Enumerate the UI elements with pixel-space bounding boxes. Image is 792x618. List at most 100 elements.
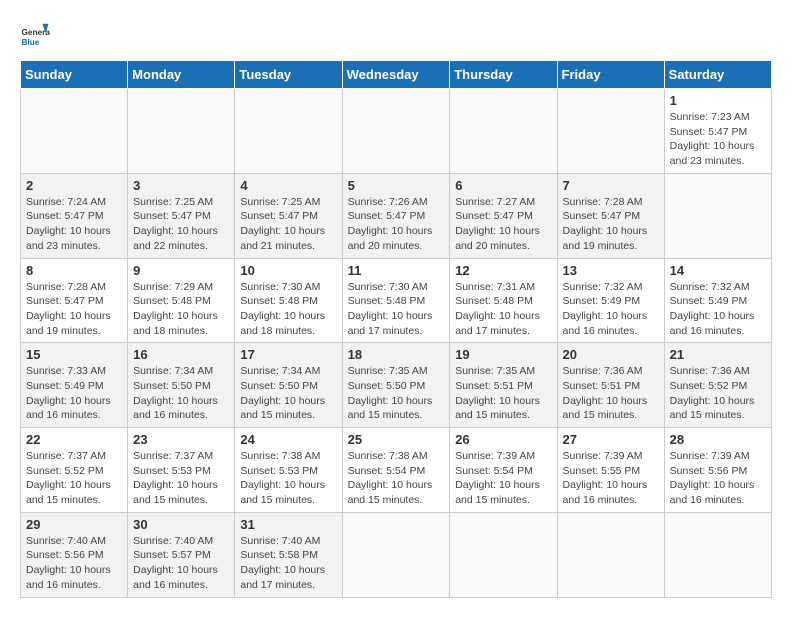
logo-icon: General Blue: [20, 20, 50, 50]
day-info: Sunrise: 7:32 AMSunset: 5:49 PMDaylight:…: [563, 280, 659, 339]
day-number: 21: [670, 347, 766, 362]
day-number: 15: [26, 347, 122, 362]
column-header-tuesday: Tuesday: [235, 61, 342, 89]
day-info: Sunrise: 7:30 AMSunset: 5:48 PMDaylight:…: [348, 280, 445, 339]
calendar-day-cell: 19Sunrise: 7:35 AMSunset: 5:51 PMDayligh…: [450, 343, 557, 428]
calendar-day-cell: 16 Sunrise: 7:34 AMSunset: 5:50 PMDayligh…: [128, 343, 235, 428]
day-info: Sunrise: 7:38 AMSunset: 5:54 PMDaylight:…: [348, 449, 445, 508]
calendar-day-cell: 2 Sunrise: 7:24 AMSunset: 5:47 PMDaylight…: [21, 173, 128, 258]
day-number: 20: [563, 347, 659, 362]
day-info: Sunrise: 7:37 AMSunset: 5:53 PMDaylight:…: [133, 449, 229, 508]
empty-cell: [21, 89, 128, 174]
empty-cell: [342, 512, 450, 597]
day-info: Sunrise: 7:34 AMSunset: 5:50 PMDaylight:…: [133, 364, 229, 423]
calendar-day-cell: 6 Sunrise: 7:27 AMSunset: 5:47 PMDaylight…: [450, 173, 557, 258]
day-info: Sunrise: 7:29 AMSunset: 5:48 PMDaylight:…: [133, 280, 229, 339]
day-info: Sunrise: 7:25 AMSunset: 5:47 PMDaylight:…: [240, 195, 336, 254]
calendar-day-cell: 27 Sunrise: 7:39 AMSunset: 5:55 PMDayligh…: [557, 428, 664, 513]
column-header-saturday: Saturday: [664, 61, 771, 89]
calendar-day-cell: 14Sunrise: 7:32 AMSunset: 5:49 PMDayligh…: [664, 258, 771, 343]
calendar-day-cell: 13 Sunrise: 7:32 AMSunset: 5:49 PMDayligh…: [557, 258, 664, 343]
empty-cell: [450, 512, 557, 597]
calendar-day-cell: 20 Sunrise: 7:36 AMSunset: 5:51 PMDayligh…: [557, 343, 664, 428]
calendar-day-cell: 25 Sunrise: 7:38 AMSunset: 5:54 PMDayligh…: [342, 428, 450, 513]
day-number: 24: [240, 432, 336, 447]
day-info: Sunrise: 7:37 AMSunset: 5:52 PMDaylight:…: [26, 449, 122, 508]
day-info: Sunrise: 7:36 AMSunset: 5:52 PMDaylight:…: [670, 364, 766, 423]
day-info: Sunrise: 7:34 AMSunset: 5:50 PMDaylight:…: [240, 364, 336, 423]
day-number: 18: [348, 347, 445, 362]
day-number: 29: [26, 517, 122, 532]
calendar-header-row: SundayMondayTuesdayWednesdayThursdayFrid…: [21, 61, 772, 89]
day-info: Sunrise: 7:24 AMSunset: 5:47 PMDaylight:…: [26, 195, 122, 254]
empty-cell: [664, 512, 771, 597]
column-header-thursday: Thursday: [450, 61, 557, 89]
empty-cell: [342, 89, 450, 174]
day-info: Sunrise: 7:39 AMSunset: 5:55 PMDaylight:…: [563, 449, 659, 508]
day-info: Sunrise: 7:23 AMSunset: 5:47 PMDaylight:…: [670, 110, 766, 169]
calendar-day-cell: 29Sunrise: 7:40 AMSunset: 5:56 PMDayligh…: [21, 512, 128, 597]
calendar-day-cell: 26Sunrise: 7:39 AMSunset: 5:54 PMDayligh…: [450, 428, 557, 513]
day-number: 4: [240, 178, 336, 193]
calendar-day-cell: 5 Sunrise: 7:26 AMSunset: 5:47 PMDaylight…: [342, 173, 450, 258]
logo: General Blue: [20, 20, 50, 50]
day-number: 25: [348, 432, 445, 447]
day-number: 16: [133, 347, 229, 362]
day-number: 5: [348, 178, 445, 193]
day-number: 13: [563, 263, 659, 278]
column-header-sunday: Sunday: [21, 61, 128, 89]
day-number: 7: [563, 178, 659, 193]
calendar-day-cell: 3Sunrise: 7:25 AMSunset: 5:47 PMDaylight…: [128, 173, 235, 258]
day-info: Sunrise: 7:33 AMSunset: 5:49 PMDaylight:…: [26, 364, 122, 423]
calendar-day-cell: 7 Sunrise: 7:28 AMSunset: 5:47 PMDaylight…: [557, 173, 664, 258]
calendar-day-cell: 28Sunrise: 7:39 AMSunset: 5:56 PMDayligh…: [664, 428, 771, 513]
calendar-week-row: 29Sunrise: 7:40 AMSunset: 5:56 PMDayligh…: [21, 512, 772, 597]
calendar-day-cell: 11 Sunrise: 7:30 AMSunset: 5:48 PMDayligh…: [342, 258, 450, 343]
day-number: 1: [670, 93, 766, 108]
calendar-day-cell: 23 Sunrise: 7:37 AMSunset: 5:53 PMDayligh…: [128, 428, 235, 513]
day-info: Sunrise: 7:28 AMSunset: 5:47 PMDaylight:…: [563, 195, 659, 254]
day-number: 26: [455, 432, 551, 447]
day-info: Sunrise: 7:39 AMSunset: 5:56 PMDaylight:…: [670, 449, 766, 508]
empty-cell: [664, 173, 771, 258]
day-number: 6: [455, 178, 551, 193]
calendar-day-cell: 30Sunrise: 7:40 AMSunset: 5:57 PMDayligh…: [128, 512, 235, 597]
day-number: 12: [455, 263, 551, 278]
empty-cell: [557, 89, 664, 174]
day-number: 11: [348, 263, 445, 278]
day-number: 23: [133, 432, 229, 447]
day-info: Sunrise: 7:32 AMSunset: 5:49 PMDaylight:…: [670, 280, 766, 339]
calendar-day-cell: 4 Sunrise: 7:25 AMSunset: 5:47 PMDaylight…: [235, 173, 342, 258]
day-number: 22: [26, 432, 122, 447]
calendar-day-cell: 21 Sunrise: 7:36 AMSunset: 5:52 PMDayligh…: [664, 343, 771, 428]
day-info: Sunrise: 7:26 AMSunset: 5:47 PMDaylight:…: [348, 195, 445, 254]
calendar-day-cell: 9 Sunrise: 7:29 AMSunset: 5:48 PMDaylight…: [128, 258, 235, 343]
day-number: 9: [133, 263, 229, 278]
day-number: 30: [133, 517, 229, 532]
day-number: 2: [26, 178, 122, 193]
day-number: 17: [240, 347, 336, 362]
day-number: 8: [26, 263, 122, 278]
day-number: 31: [240, 517, 336, 532]
calendar-week-row: 8 Sunrise: 7:28 AMSunset: 5:47 PMDaylight…: [21, 258, 772, 343]
day-info: Sunrise: 7:36 AMSunset: 5:51 PMDaylight:…: [563, 364, 659, 423]
empty-cell: [450, 89, 557, 174]
day-info: Sunrise: 7:28 AMSunset: 5:47 PMDaylight:…: [26, 280, 122, 339]
calendar-week-row: 1 Sunrise: 7:23 AMSunset: 5:47 PMDaylight…: [21, 89, 772, 174]
calendar-day-cell: 18Sunrise: 7:35 AMSunset: 5:50 PMDayligh…: [342, 343, 450, 428]
day-info: Sunrise: 7:40 AMSunset: 5:58 PMDaylight:…: [240, 534, 336, 593]
calendar-day-cell: 17 Sunrise: 7:34 AMSunset: 5:50 PMDayligh…: [235, 343, 342, 428]
day-info: Sunrise: 7:30 AMSunset: 5:48 PMDaylight:…: [240, 280, 336, 339]
day-number: 10: [240, 263, 336, 278]
day-info: Sunrise: 7:31 AMSunset: 5:48 PMDaylight:…: [455, 280, 551, 339]
column-header-friday: Friday: [557, 61, 664, 89]
calendar-day-cell: 8 Sunrise: 7:28 AMSunset: 5:47 PMDaylight…: [21, 258, 128, 343]
empty-cell: [557, 512, 664, 597]
calendar-day-cell: 31 Sunrise: 7:40 AMSunset: 5:58 PMDayligh…: [235, 512, 342, 597]
calendar-day-cell: 24Sunrise: 7:38 AMSunset: 5:53 PMDayligh…: [235, 428, 342, 513]
day-info: Sunrise: 7:27 AMSunset: 5:47 PMDaylight:…: [455, 195, 551, 254]
calendar-day-cell: 1 Sunrise: 7:23 AMSunset: 5:47 PMDaylight…: [664, 89, 771, 174]
column-header-wednesday: Wednesday: [342, 61, 450, 89]
column-header-monday: Monday: [128, 61, 235, 89]
day-number: 27: [563, 432, 659, 447]
